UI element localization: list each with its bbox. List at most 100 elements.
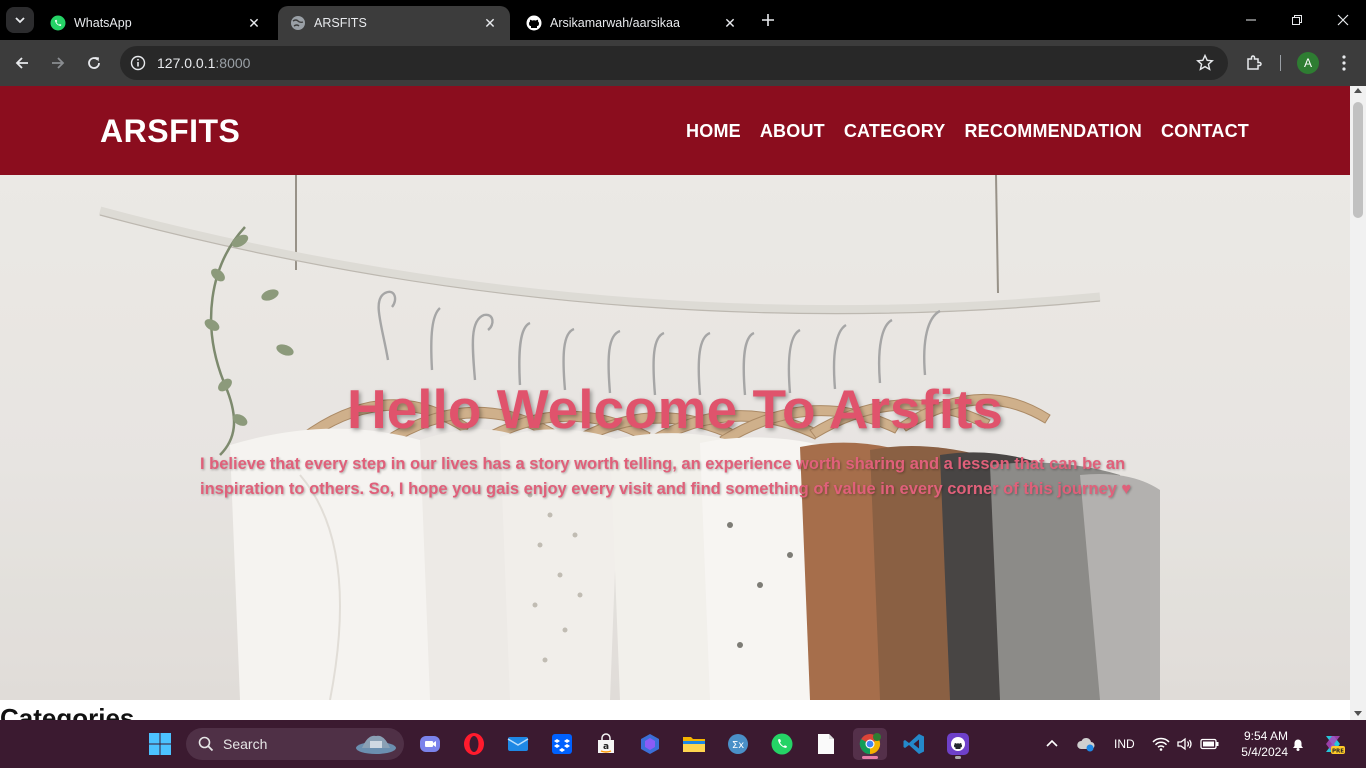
hero-title: Hello Welcome To Arsfits — [346, 378, 1004, 440]
tab-search-button[interactable] — [6, 7, 34, 33]
puzzle-icon — [1247, 55, 1262, 70]
volume-status[interactable] — [1176, 720, 1194, 768]
whatsapp-icon — [771, 733, 793, 755]
categories-heading: Categories — [0, 703, 135, 720]
cloud-sync-icon — [1077, 737, 1095, 752]
nav-recommendation[interactable]: RECOMMENDATION — [964, 121, 1141, 142]
bell-icon — [1293, 739, 1303, 751]
tab-title: ARSFITS — [314, 16, 367, 30]
windows-start-icon[interactable] — [148, 732, 172, 756]
chrome-icon — [859, 733, 881, 755]
browser-toolbar: 127.0.0.1:8000 A — [0, 40, 1366, 86]
svg-text:PRE: PRE — [1332, 749, 1344, 755]
taskbar-opera[interactable] — [457, 728, 491, 760]
back-button[interactable] — [8, 49, 36, 77]
taskbar-amazon[interactable]: a — [589, 728, 623, 760]
tab-arsfits[interactable]: ARSFITS ✕ — [278, 6, 510, 40]
close-icon[interactable]: ✕ — [720, 13, 740, 33]
scroll-up-icon[interactable] — [1354, 88, 1362, 93]
wifi-icon — [1152, 737, 1170, 751]
calculator-icon: Σx — [728, 734, 748, 754]
taskbar-copilot[interactable] — [633, 728, 667, 760]
github-desktop-icon — [947, 733, 969, 755]
bookmark-star-icon[interactable] — [1196, 54, 1214, 72]
forward-button[interactable] — [44, 49, 72, 77]
url-text: 127.0.0.1:8000 — [157, 55, 250, 71]
copilot-tray-button[interactable]: PRE — [1320, 720, 1346, 768]
hero-text: I believe that every step in our lives h… — [200, 455, 1132, 498]
taskbar-notepad[interactable] — [809, 728, 843, 760]
wifi-status[interactable] — [1152, 720, 1170, 768]
plus-icon — [762, 14, 774, 26]
running-indicator — [955, 756, 961, 759]
notepad-icon — [818, 734, 834, 754]
globe-icon — [290, 15, 306, 31]
url-host: 127.0.0.1 — [157, 55, 216, 71]
amazon-icon: a — [598, 733, 614, 753]
taskbar-chrome[interactable] — [853, 728, 887, 760]
copilot-pre-icon: PRE — [1326, 736, 1345, 755]
site-nav: HOME ABOUT CATEGORY RECOMMENDATION CONTA… — [686, 121, 1249, 142]
taskbar-clock[interactable]: 9:54 AM 5/4/2024 — [1228, 728, 1288, 760]
nav-about[interactable]: ABOUT — [760, 121, 825, 142]
scroll-down-icon[interactable] — [1354, 711, 1362, 716]
site-info-icon[interactable] — [130, 55, 146, 71]
close-icon[interactable]: ✕ — [244, 13, 264, 33]
nav-contact[interactable]: CONTACT — [1161, 121, 1249, 142]
reload-icon — [88, 57, 100, 69]
new-tab-button[interactable] — [756, 9, 780, 31]
taskbar-search[interactable]: Search — [186, 728, 404, 760]
vscode-icon — [903, 734, 924, 754]
restore-icon — [1292, 15, 1302, 25]
more-vertical-icon — [1342, 55, 1346, 71]
chevron-down-icon — [15, 17, 25, 24]
whatsapp-icon — [50, 15, 66, 31]
clock-date: 5/4/2024 — [1241, 745, 1288, 759]
minimize-button[interactable] — [1228, 0, 1274, 40]
site-brand[interactable]: ARSFITS — [100, 113, 240, 150]
windows-taskbar: Search a Σx IND 9:54 AM 5/4/2024 PRE — [0, 720, 1366, 768]
page-scrollbar[interactable] — [1350, 86, 1366, 720]
chevron-up-icon — [1046, 739, 1058, 747]
tab-title: Arsikamarwah/aarsikaa — [550, 16, 680, 30]
battery-icon — [1200, 738, 1219, 750]
copilot-icon — [641, 734, 659, 754]
close-icon[interactable]: ✕ — [480, 13, 500, 33]
notifications-button[interactable] — [1290, 720, 1306, 768]
mail-icon — [507, 737, 529, 751]
tab-whatsapp[interactable]: WhatsApp ✕ — [38, 6, 274, 40]
taskbar-search-label: Search — [223, 736, 268, 752]
taskbar-vscode[interactable] — [897, 728, 931, 760]
reload-button[interactable] — [80, 49, 108, 77]
file-explorer-icon — [683, 737, 705, 752]
menu-button[interactable] — [1333, 52, 1355, 74]
language-indicator[interactable]: IND — [1114, 720, 1135, 768]
nav-home[interactable]: HOME — [686, 121, 741, 142]
taskbar-teams[interactable] — [413, 728, 447, 760]
opera-icon — [464, 733, 484, 755]
search-highlight-icon — [356, 735, 396, 754]
page-viewport: ARSFITS HOME ABOUT CATEGORY RECOMMENDATI… — [0, 86, 1350, 720]
taskbar-dropbox[interactable] — [545, 728, 579, 760]
nav-category[interactable]: CATEGORY — [844, 121, 946, 142]
restore-button[interactable] — [1274, 0, 1320, 40]
battery-status[interactable] — [1200, 720, 1220, 768]
taskbar-calculator[interactable]: Σx — [721, 728, 755, 760]
arrow-right-icon — [52, 57, 65, 69]
taskbar-whatsapp[interactable] — [765, 728, 799, 760]
minimize-icon — [1246, 19, 1256, 21]
tray-onedrive[interactable] — [1076, 720, 1096, 768]
address-bar[interactable]: 127.0.0.1:8000 — [120, 46, 1228, 80]
profile-avatar[interactable]: A — [1297, 52, 1319, 74]
taskbar-github-desktop[interactable] — [941, 728, 975, 760]
close-window-button[interactable] — [1320, 0, 1366, 40]
tray-overflow[interactable] — [1044, 720, 1060, 768]
extensions-button[interactable] — [1243, 52, 1265, 74]
taskbar-file-explorer[interactable] — [677, 728, 711, 760]
arrow-left-icon — [15, 57, 28, 69]
taskbar-mail[interactable] — [501, 728, 535, 760]
github-icon — [526, 15, 542, 31]
dropbox-icon — [552, 734, 572, 754]
tab-github[interactable]: Arsikamarwah/aarsikaa ✕ — [514, 6, 750, 40]
scrollbar-thumb[interactable] — [1353, 102, 1363, 218]
